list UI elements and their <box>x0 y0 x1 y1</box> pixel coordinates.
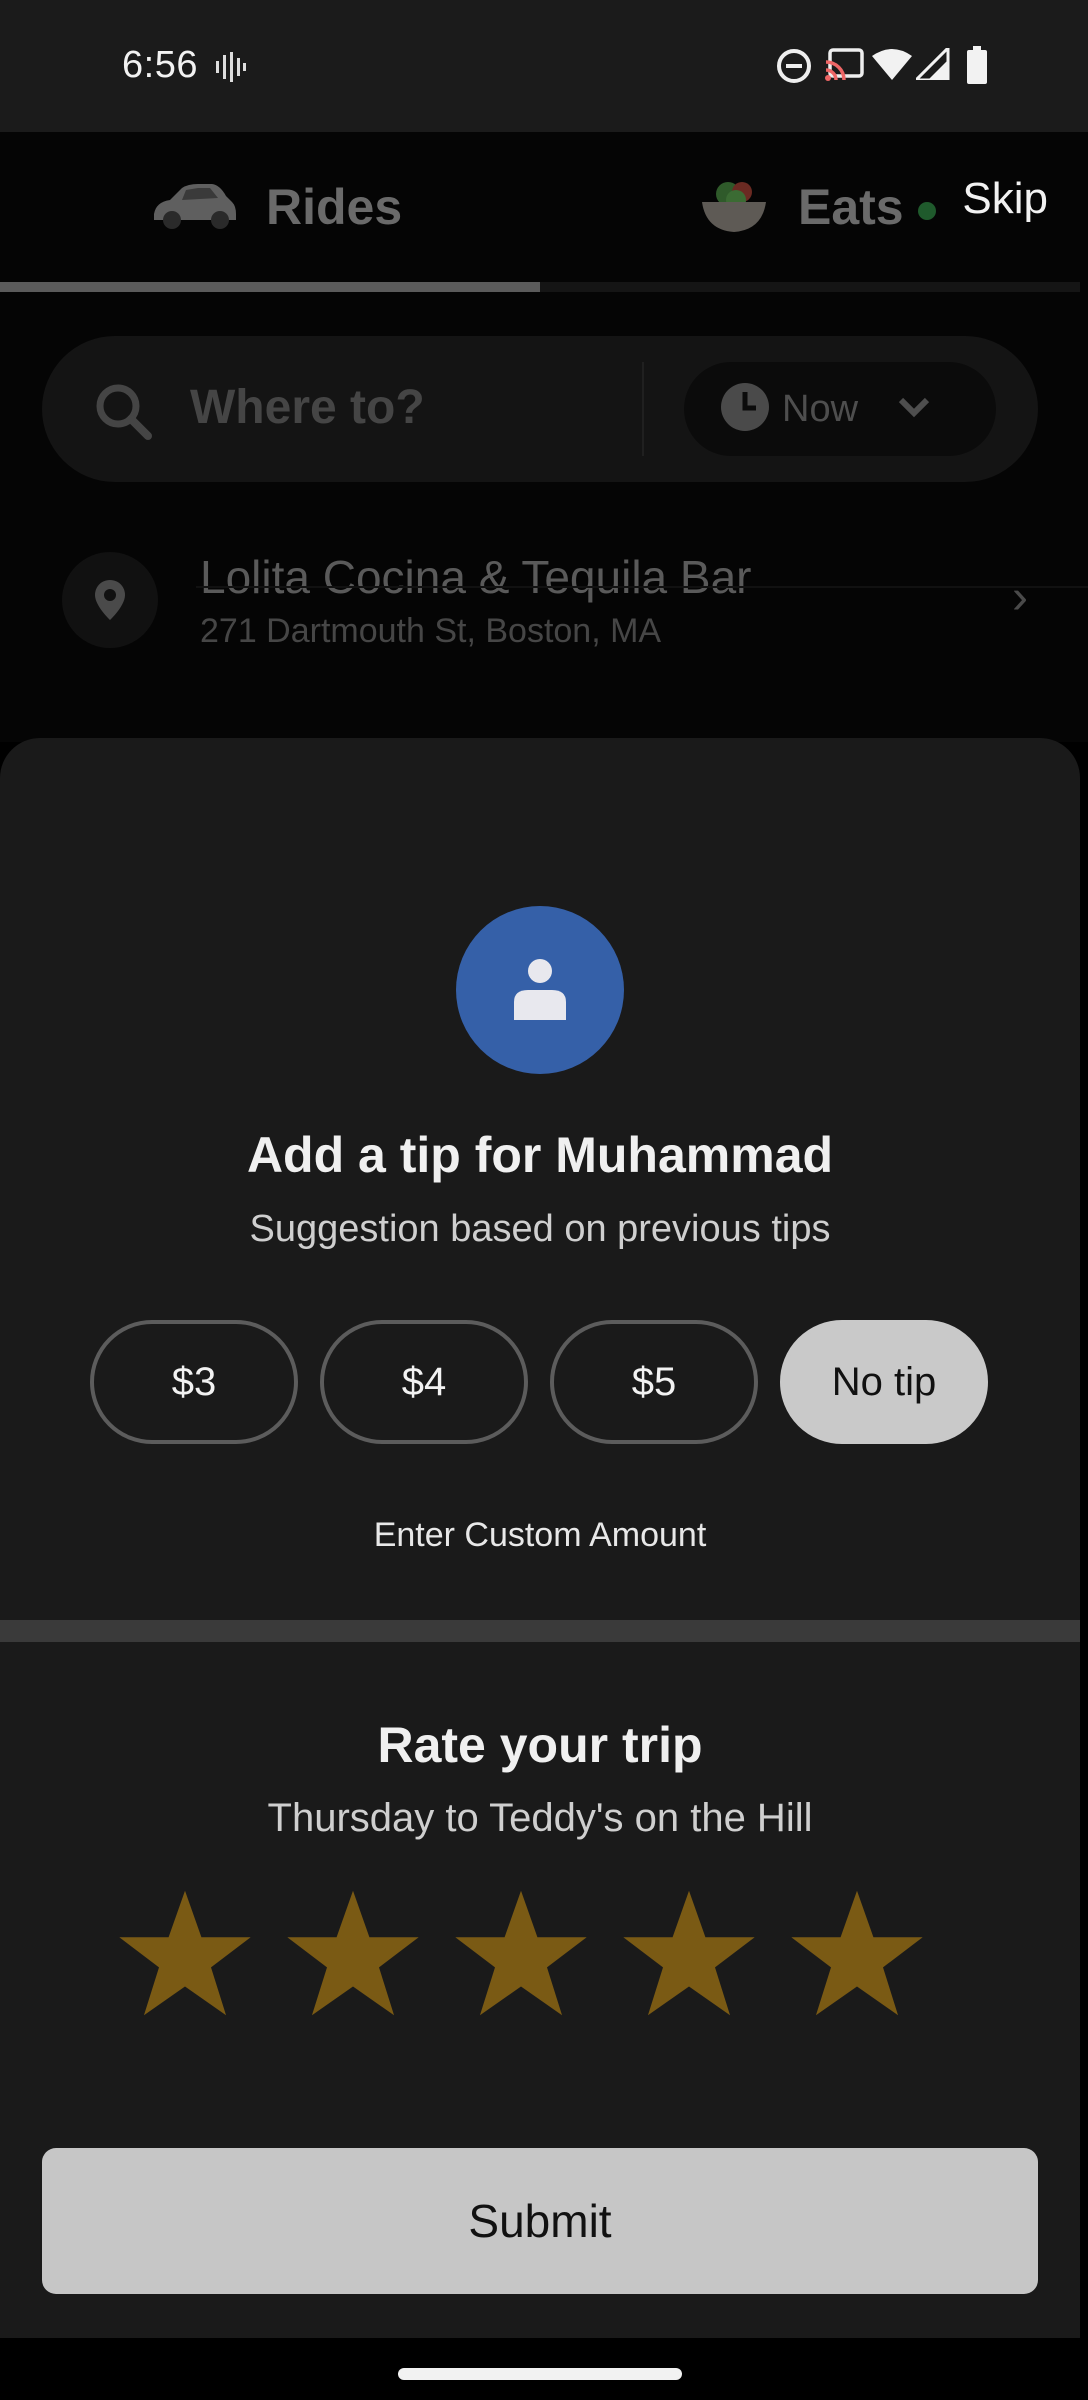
schedule-label: Now <box>782 387 859 430</box>
skip-button[interactable]: Skip <box>962 174 1048 224</box>
wifi-icon <box>872 48 912 80</box>
bowl-icon <box>700 174 768 241</box>
tip-rating-sheet: Add a tip for Muhammad Suggestion based … <box>0 738 1080 2338</box>
section-separator <box>0 1620 1080 1642</box>
tab-track <box>540 282 1080 292</box>
car-icon <box>148 178 238 237</box>
do-not-disturb-icon <box>776 48 812 84</box>
star-icon[interactable] <box>788 1888 926 2018</box>
submit-button[interactable]: Submit <box>42 2148 1038 2294</box>
rate-subtitle: Thursday to Teddy's on the Hill <box>267 1796 813 1840</box>
home-gesture-handle[interactable] <box>398 2368 682 2380</box>
notification-dot <box>918 202 936 220</box>
active-tab-indicator <box>0 282 540 292</box>
location-pin-icon <box>62 552 158 648</box>
chevron-right-icon: › <box>1012 571 1028 624</box>
recent-place-row[interactable]: Lolita Cocina & Tequila Bar 271 Dartmout… <box>0 532 1088 662</box>
cast-icon <box>824 48 864 82</box>
person-icon <box>512 956 568 1025</box>
star-icon[interactable] <box>620 1888 758 2018</box>
status-bar: 6:56 <box>0 0 1088 132</box>
status-time: 6:56 <box>122 44 198 86</box>
recent-place-title: Lolita Cocina & Tequila Bar <box>200 551 752 603</box>
tip-title: Add a tip for Muhammad <box>246 1127 834 1183</box>
search-divider <box>642 362 644 456</box>
recent-place-address: 271 Dartmouth St, Boston, MA <box>200 612 662 650</box>
tab-eats[interactable]: Eats <box>700 132 904 282</box>
star-icon[interactable] <box>284 1888 422 2018</box>
tip-option-5[interactable]: $5 <box>550 1320 758 1444</box>
star-icon[interactable] <box>116 1888 254 2018</box>
battery-icon <box>966 46 988 84</box>
clock-icon <box>720 382 770 437</box>
search-bar[interactable]: Where to? Now <box>42 336 1038 482</box>
rate-title: Rate your trip <box>377 1717 703 1773</box>
signal-icon <box>916 48 950 80</box>
tab-rides-label: Rides <box>266 179 403 235</box>
tip-subtitle: Suggestion based on previous tips <box>249 1208 831 1250</box>
search-icon <box>94 382 152 445</box>
list-divider <box>196 586 1088 588</box>
navigation-bar <box>0 2338 1088 2400</box>
tip-option-no-tip[interactable]: No tip <box>780 1320 988 1444</box>
star-icon[interactable] <box>452 1888 590 2018</box>
search-placeholder: Where to? <box>190 381 425 434</box>
driver-avatar <box>456 906 624 1074</box>
custom-amount-link[interactable]: Enter Custom Amount <box>0 1516 1080 1555</box>
schedule-now-button[interactable]: Now <box>684 362 996 456</box>
chevron-down-icon <box>898 396 930 423</box>
tip-option-3[interactable]: $3 <box>90 1320 298 1444</box>
star-rating[interactable] <box>116 1888 936 2028</box>
top-tabs: Rides Eats Skip <box>0 132 1088 292</box>
home-screen-background: Rides Eats Skip Where to? Now Lolita Coc… <box>0 132 1088 742</box>
tip-option-4[interactable]: $4 <box>320 1320 528 1444</box>
voicemail-icon <box>214 50 246 84</box>
tab-rides[interactable]: Rides <box>148 132 402 282</box>
tab-eats-label: Eats <box>798 179 904 235</box>
